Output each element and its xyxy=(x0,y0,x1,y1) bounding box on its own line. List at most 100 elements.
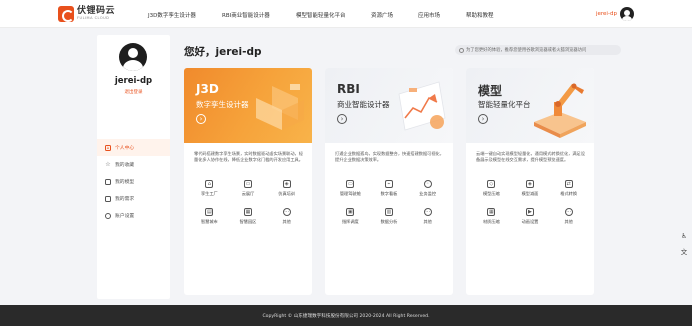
sidebar-item-account-settings[interactable]: 账户设置 xyxy=(97,207,170,224)
arrow-right-icon[interactable]: › xyxy=(196,114,206,124)
page-title: 您好，jerei-dp xyxy=(184,46,262,58)
texture-icon: ▦ xyxy=(487,208,496,216)
feature-item[interactable]: ▤ 智慧城市 xyxy=(190,208,229,225)
card-banner[interactable]: 模型 智能轻量化平台 › xyxy=(466,68,594,143)
sidebar-item-label: 个人中心 xyxy=(115,146,135,151)
building-icon: ▤ xyxy=(205,208,214,216)
box-icon: ◈ xyxy=(282,180,291,188)
feature-item[interactable]: ◦ 业务监控 xyxy=(408,180,447,197)
chart-icon: ⌁ xyxy=(384,180,393,188)
star-icon: ☆ xyxy=(105,161,111,168)
card-subtitle: 商业智能设计器 xyxy=(337,100,390,109)
profile-sidebar: jerei-dp 退出登录 ⌂ 个人中心 ☆ 我的收藏 我的模型 我的需求 账户… xyxy=(97,35,170,299)
logo-text: 伏锂码云 xyxy=(77,6,116,17)
nav-item-j3d[interactable]: J3D数字孪生设计器 xyxy=(148,11,196,19)
language-icon[interactable]: 文 xyxy=(679,246,689,256)
dashboard-icon: ▭ xyxy=(346,180,355,188)
product-card-rbi[interactable]: RBI 商业智能设计器 › 打通企业数据孤岛，实现数据整合，快速搭建数据可视化，… xyxy=(325,68,453,295)
sidebar-item-label: 我的需求 xyxy=(115,197,135,202)
feature-item[interactable]: ▦ 智慧园区 xyxy=(229,208,268,225)
cube-icon xyxy=(105,178,111,185)
command-icon: ▣ xyxy=(346,208,355,216)
page-footer: CopyRight © 山东捷瑞数字科技股份有限公司 2020-2024 All… xyxy=(0,305,692,326)
header-avatar[interactable] xyxy=(620,7,634,21)
nav-item-resources[interactable]: 资源广场 xyxy=(371,11,393,19)
card-title: 模型 xyxy=(478,84,503,98)
info-icon xyxy=(459,47,464,53)
feature-item[interactable]: ◈ 仿真培训 xyxy=(267,180,306,197)
nav-item-rbi[interactable]: RBI商业智能设计器 xyxy=(222,11,270,19)
logo-mark-icon xyxy=(58,6,74,22)
top-navigation-bar: 伏锂码云 FULIMA CLOUD J3D数字孪生设计器 RBI商业智能设计器 … xyxy=(0,0,692,28)
monitor-icon: ▭ xyxy=(243,180,252,188)
feature-item[interactable]: ··· 其他 xyxy=(267,208,306,225)
robot-arm-illustration xyxy=(534,83,586,138)
analytics-illustration xyxy=(398,81,446,131)
feature-grid: ◇ 模型压缩 ◈ 模型减面 ⇄ 格式转换 ▦ 材质压缩 ▶ 动画设置 ··· 其他 xyxy=(472,180,588,225)
feature-item[interactable]: ▦ 材质压缩 xyxy=(472,208,511,225)
feature-item[interactable]: ◇ 模型压缩 xyxy=(472,180,511,197)
feature-grid: ⌂ 孪生工厂 ▭ 云展厅 ◈ 仿真培训 ▤ 智慧城市 ▦ 智慧园区 ··· 其他 xyxy=(190,180,306,225)
compress-icon: ◇ xyxy=(487,180,496,188)
card-title: J3D xyxy=(196,82,219,96)
feature-item[interactable]: ▭ 管理驾驶舱 xyxy=(331,180,370,197)
sidebar-item-my-requests[interactable]: 我的需求 xyxy=(97,190,170,207)
product-card-model[interactable]: 模型 智能轻量化平台 › 云端一键自动实现模型轻量化，通用模式转换优化，满足设备… xyxy=(466,68,594,295)
logo-subtext: FULIMA CLOUD xyxy=(77,16,110,21)
card-banner[interactable]: RBI 商业智能设计器 › xyxy=(325,68,453,143)
accessibility-icon[interactable]: ♿ xyxy=(679,231,689,241)
card-banner[interactable]: J3D 数字孪生设计器 › xyxy=(184,68,312,143)
feature-item[interactable]: ⌂ 孪生工厂 xyxy=(190,180,229,197)
convert-icon: ⇄ xyxy=(564,180,573,188)
logout-link[interactable]: 退出登录 xyxy=(97,89,170,95)
isometric-screens-illustration xyxy=(256,84,304,130)
profile-username: jerei-dp xyxy=(114,76,153,86)
feature-item[interactable]: ▥ 数据分析 xyxy=(370,208,409,225)
bar-chart-icon: ▥ xyxy=(384,208,393,216)
sidebar-item-favorites[interactable]: ☆ 我的收藏 xyxy=(97,156,170,173)
feature-item[interactable]: ◈ 模型减面 xyxy=(511,180,550,197)
feature-grid: ▭ 管理驾驶舱 ⌁ 数字看板 ◦ 业务监控 ▣ 指挥调度 ▥ 数据分析 ··· 其他 xyxy=(331,180,447,225)
profile-avatar xyxy=(119,43,147,71)
copyright-text: CopyRight © 山东捷瑞数字科技股份有限公司 2020-2024 All… xyxy=(262,313,430,319)
feature-item[interactable]: ⇄ 格式转换 xyxy=(549,180,588,197)
animation-icon: ▶ xyxy=(525,208,534,216)
sidebar-item-personal-center[interactable]: ⌂ 个人中心 xyxy=(97,139,170,156)
sidebar-menu: ⌂ 个人中心 ☆ 我的收藏 我的模型 我的需求 账户设置 xyxy=(97,139,170,224)
home-icon: ⌂ xyxy=(105,144,111,151)
mesh-icon: ◈ xyxy=(525,180,534,188)
card-title: RBI xyxy=(337,82,360,96)
card-subtitle: 数字孪生设计器 xyxy=(196,100,249,109)
document-icon xyxy=(105,195,111,202)
site-logo[interactable]: 伏锂码云 FULIMA CLOUD xyxy=(58,6,115,22)
more-icon: ··· xyxy=(564,208,573,216)
browser-notice-text: 为了您更好的体验，推荐您使用谷歌浏览器或者火狐浏览器访问 xyxy=(466,48,587,53)
card-description: 打通企业数据孤岛，实现数据整合，快速搭建数据可视化，提升企业数据决策效率。 xyxy=(335,151,444,163)
sidebar-item-my-models[interactable]: 我的模型 xyxy=(97,173,170,190)
sidebar-item-label: 我的模型 xyxy=(115,180,135,185)
gear-icon xyxy=(105,212,111,219)
feature-item[interactable]: ▶ 动画设置 xyxy=(511,208,550,225)
feature-item[interactable]: ··· 其他 xyxy=(549,208,588,225)
nav-item-model-platform[interactable]: 模型智能轻量化平台 xyxy=(296,11,346,19)
feature-item[interactable]: ▣ 指挥调度 xyxy=(331,208,370,225)
globe-icon: ◦ xyxy=(423,180,432,188)
browser-notice: 为了您更好的体验，推荐您使用谷歌浏览器或者火狐浏览器访问 xyxy=(455,45,621,55)
sidebar-item-label: 我的收藏 xyxy=(115,163,135,168)
park-icon: ▦ xyxy=(243,208,252,216)
nav-item-help[interactable]: 帮助和教程 xyxy=(466,11,494,19)
product-card-j3d[interactable]: J3D 数字孪生设计器 › 零代码搭建数字孪生场景，实时数据驱动虚实场景联动，轻… xyxy=(184,68,312,295)
arrow-right-icon[interactable]: › xyxy=(337,114,347,124)
factory-icon: ⌂ xyxy=(205,180,214,188)
nav-item-app-market[interactable]: 应用市场 xyxy=(418,11,440,19)
sidebar-item-label: 账户设置 xyxy=(115,214,135,219)
arrow-right-icon[interactable]: › xyxy=(478,114,488,124)
feature-item[interactable]: ⌁ 数字看板 xyxy=(370,180,409,197)
header-username[interactable]: jerei-dp xyxy=(596,11,617,17)
more-icon: ··· xyxy=(423,208,432,216)
card-description: 零代码搭建数字孪生场景，实时数据驱动虚实场景联动，轻量化多人协作在线，降低企业数… xyxy=(194,151,303,163)
card-description: 云端一键自动实现模型轻量化，通用模式转换优化，满足设备展示及模型在线交互需求，提… xyxy=(476,151,585,163)
feature-item[interactable]: ··· 其他 xyxy=(408,208,447,225)
card-subtitle: 智能轻量化平台 xyxy=(478,100,531,109)
feature-item[interactable]: ▭ 云展厅 xyxy=(229,180,268,197)
